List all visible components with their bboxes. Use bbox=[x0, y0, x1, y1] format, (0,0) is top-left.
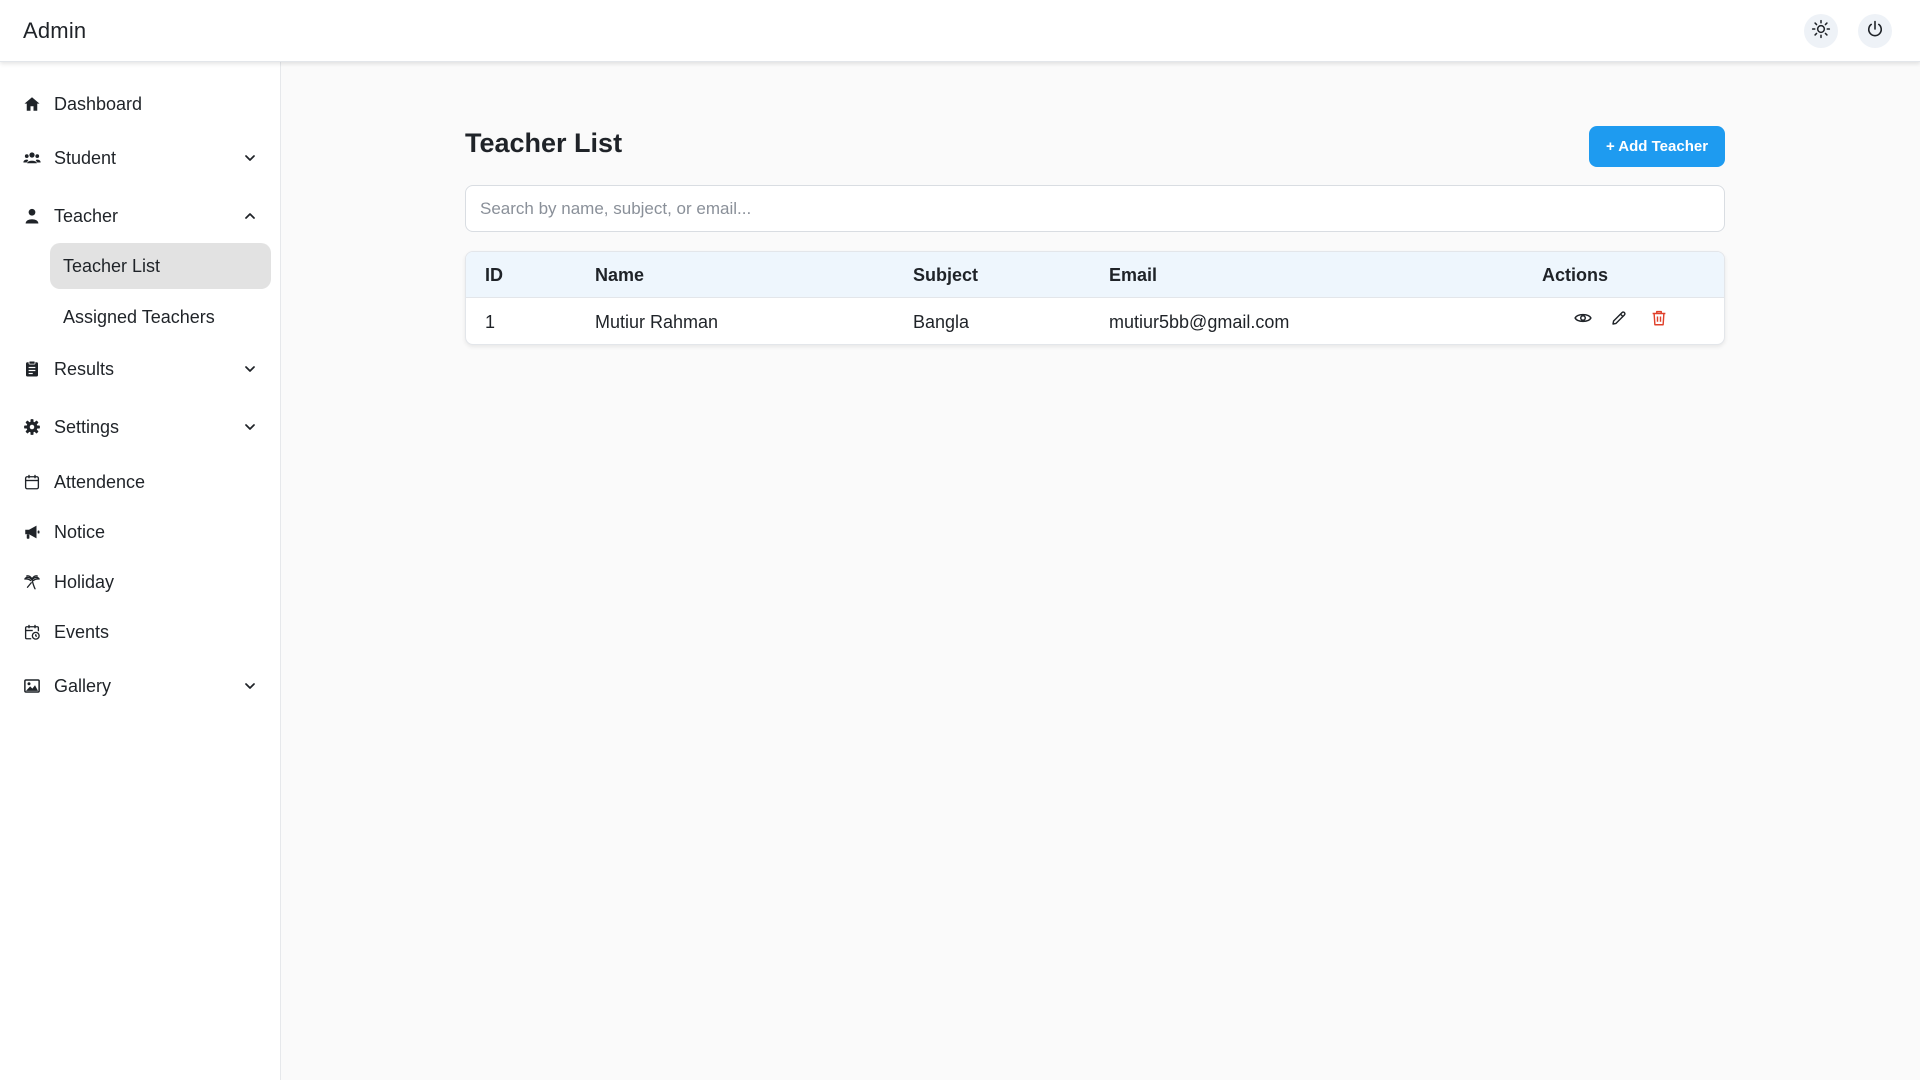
sidebar-item-holiday[interactable]: Holiday bbox=[0, 562, 280, 602]
pencil-icon bbox=[1610, 309, 1628, 332]
search-input[interactable] bbox=[465, 185, 1725, 232]
calendar-clock-icon bbox=[22, 622, 42, 642]
app-brand: Admin bbox=[23, 18, 87, 43]
eye-icon bbox=[1574, 309, 1592, 332]
sidebar-item-teacher[interactable]: Teacher bbox=[0, 196, 280, 236]
sidebar-item-label: Attendence bbox=[54, 471, 146, 492]
sidebar-item-label: Settings bbox=[54, 416, 120, 437]
sidebar-item-label: Notice bbox=[54, 521, 106, 542]
cell-id: 1 bbox=[485, 312, 496, 332]
column-header-id: ID bbox=[485, 265, 503, 285]
chevron-down-icon bbox=[241, 360, 259, 378]
sidebar-item-events[interactable]: Events bbox=[0, 612, 280, 652]
calendar-icon bbox=[22, 472, 42, 492]
sidebar-item-attendence[interactable]: Attendence bbox=[0, 462, 280, 502]
logout-button[interactable] bbox=[1858, 14, 1892, 48]
sidebar-item-label: Results bbox=[54, 358, 115, 379]
sidebar-item-notice[interactable]: Notice bbox=[0, 512, 280, 552]
main-content: Teacher List + Add Teacher ID Name Subje… bbox=[281, 62, 1920, 1080]
chevron-down-icon bbox=[241, 677, 259, 695]
sidebar-item-dashboard[interactable]: Dashboard bbox=[0, 84, 280, 124]
cell-email: mutiur5bb@gmail.com bbox=[1109, 312, 1290, 332]
power-icon bbox=[1865, 19, 1885, 44]
sidebar-subitem-label: Assigned Teachers bbox=[63, 306, 215, 327]
page-title: Teacher List bbox=[465, 128, 623, 158]
users-icon bbox=[22, 148, 42, 168]
home-icon bbox=[22, 94, 42, 114]
chevron-down-icon bbox=[241, 149, 259, 167]
sidebar-item-label: Gallery bbox=[54, 675, 112, 696]
sidebar-item-results[interactable]: Results bbox=[0, 349, 280, 389]
sidebar-item-label: Student bbox=[54, 147, 117, 168]
table-row: 1 Mutiur Rahman Bangla mutiur5bb@gmail.c… bbox=[466, 298, 1724, 344]
sidebar-item-label: Teacher bbox=[54, 205, 119, 226]
sidebar-item-label: Holiday bbox=[54, 571, 115, 592]
add-teacher-button[interactable]: + Add Teacher bbox=[1589, 126, 1725, 167]
clipboard-icon bbox=[22, 359, 42, 379]
megaphone-icon bbox=[22, 522, 42, 542]
column-header-name: Name bbox=[595, 265, 645, 285]
chevron-up-icon bbox=[241, 207, 259, 225]
trash-icon bbox=[1650, 309, 1668, 332]
table-header: ID Name Subject Email Actions bbox=[466, 252, 1724, 298]
sidebar-item-gallery[interactable]: Gallery bbox=[0, 666, 280, 706]
sun-icon bbox=[1811, 19, 1831, 44]
image-icon bbox=[22, 676, 42, 696]
sidebar-subitem-assigned-teachers[interactable]: Assigned Teachers bbox=[50, 294, 271, 340]
sidebar-item-label: Events bbox=[54, 621, 110, 642]
cell-name: Mutiur Rahman bbox=[595, 312, 719, 332]
sidebar-subitem-label: Teacher List bbox=[63, 255, 161, 276]
edit-button[interactable] bbox=[1609, 310, 1629, 330]
column-header-subject: Subject bbox=[913, 265, 979, 285]
teacher-table: ID Name Subject Email Actions 1 Mutiur R… bbox=[465, 251, 1725, 345]
theme-toggle-button[interactable] bbox=[1804, 14, 1838, 48]
view-button[interactable] bbox=[1573, 310, 1593, 330]
sidebar-item-settings[interactable]: Settings bbox=[0, 407, 280, 447]
column-header-email: Email bbox=[1109, 265, 1158, 285]
user-icon bbox=[22, 206, 42, 226]
palm-tree-icon bbox=[22, 572, 42, 592]
sidebar-item-student[interactable]: Student bbox=[0, 138, 280, 178]
sidebar-subitem-teacher-list[interactable]: Teacher List bbox=[50, 243, 271, 289]
cell-subject: Bangla bbox=[913, 312, 970, 332]
sidebar: Dashboard Student Teacher Teacher List A… bbox=[0, 62, 281, 1080]
gear-icon bbox=[22, 417, 42, 437]
delete-button[interactable] bbox=[1649, 310, 1669, 330]
chevron-down-icon bbox=[241, 418, 259, 436]
column-header-actions: Actions bbox=[1542, 265, 1609, 285]
top-bar: Admin bbox=[0, 0, 1920, 62]
sidebar-item-label: Dashboard bbox=[54, 93, 143, 114]
